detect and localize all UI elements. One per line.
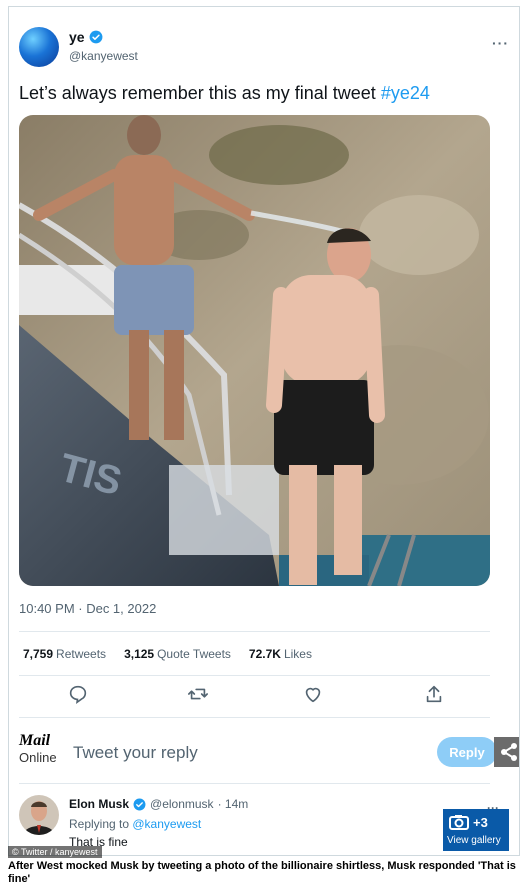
verified-badge-icon xyxy=(89,30,102,44)
reply-time: · 14m xyxy=(217,797,249,811)
camera-icon xyxy=(449,815,469,830)
article-caption: After West mocked Musk by tweeting a pho… xyxy=(8,860,516,885)
tweet-text-main: Let’s always remember this as my final t… xyxy=(19,83,381,103)
photo-credit: © Twitter / kanyewest xyxy=(8,846,102,858)
retweet-icon[interactable] xyxy=(187,683,209,705)
reply-input[interactable]: Tweet your reply xyxy=(73,743,198,763)
avatar[interactable] xyxy=(19,27,59,67)
likes-stat[interactable]: 72.7K Likes xyxy=(249,647,312,661)
divider xyxy=(19,783,490,784)
divider xyxy=(19,675,490,676)
reply-composer: Mail Online Tweet your reply Reply xyxy=(19,732,519,773)
tweet-stats: 7,759 Retweets 3,125 Quote Tweets 72.7K Lik… xyxy=(23,647,312,661)
tweet-actions xyxy=(19,683,490,707)
more-dots-icon[interactable]: ··· xyxy=(492,35,509,51)
replying-to: Replying to @kanyewest xyxy=(69,817,202,831)
tweet-embed: ye @kanyewest ··· Let’s always remember … xyxy=(8,6,520,856)
verified-badge-icon xyxy=(133,798,146,810)
view-gallery-button[interactable]: +3 View gallery xyxy=(443,809,509,851)
like-icon[interactable] xyxy=(302,683,324,705)
divider xyxy=(19,631,490,632)
gallery-label: View gallery xyxy=(447,835,501,846)
quotes-stat[interactable]: 3,125 Quote Tweets xyxy=(124,647,231,661)
reply-icon[interactable] xyxy=(67,683,89,705)
tweet-header: ye @kanyewest ··· xyxy=(19,27,509,69)
gallery-count: +3 xyxy=(473,815,488,830)
reply-author: Elon Musk @elonmusk · 14m xyxy=(69,797,248,811)
retweets-stat[interactable]: 7,759 Retweets xyxy=(23,647,106,661)
mailonline-logo: Mail Online xyxy=(19,732,57,765)
share-icon[interactable] xyxy=(423,683,445,705)
tweet-photo[interactable]: TIS xyxy=(19,115,490,586)
reply-author-handle[interactable]: @elonmusk xyxy=(150,797,214,811)
shower-photo-image: TIS xyxy=(19,115,490,586)
share-button[interactable] xyxy=(494,737,519,767)
mention-link[interactable]: @kanyewest xyxy=(132,817,201,831)
reply-author-name[interactable]: Elon Musk xyxy=(69,797,129,811)
tweet-timestamp[interactable]: 10:40 PM · Dec 1, 2022 xyxy=(19,601,156,616)
tweet-text: Let’s always remember this as my final t… xyxy=(19,83,430,104)
author-handle[interactable]: @kanyewest xyxy=(69,49,138,63)
share-nodes-icon xyxy=(501,743,517,761)
reply-button[interactable]: Reply xyxy=(437,737,497,767)
divider xyxy=(19,717,490,718)
display-name[interactable]: ye xyxy=(69,29,85,45)
hashtag-link[interactable]: #ye24 xyxy=(381,83,430,103)
author-info: ye @kanyewest xyxy=(69,29,138,63)
avatar[interactable] xyxy=(19,795,59,835)
